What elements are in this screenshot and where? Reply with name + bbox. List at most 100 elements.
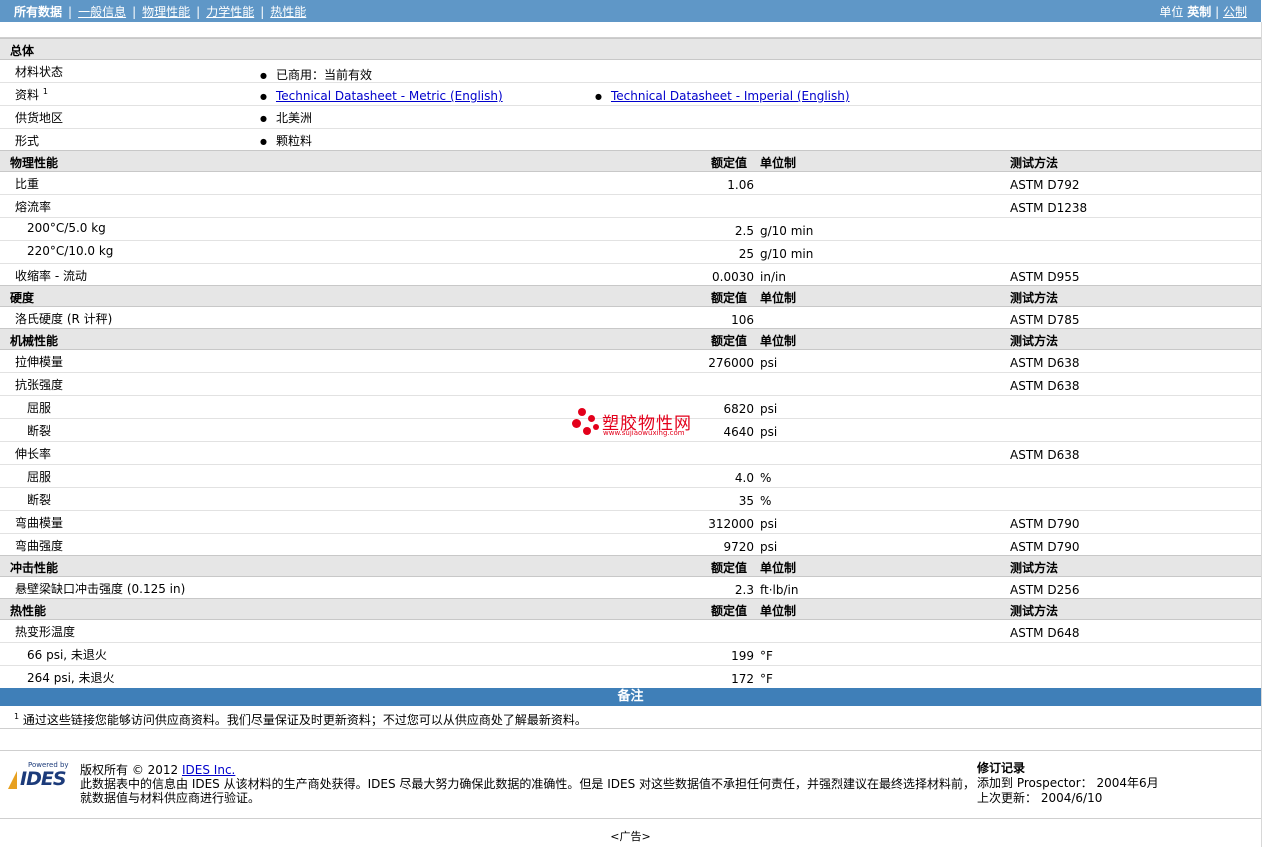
property-name: 热变形温度 <box>15 625 76 639</box>
property-value: 0.0030 <box>712 270 754 284</box>
region-value: 北美洲 <box>260 109 312 126</box>
property-value: 4640 <box>723 425 754 439</box>
section-title: 硬度 <box>10 291 35 305</box>
property-name: 伸长率 <box>15 447 52 461</box>
property-row: 66 psi, 未退火 199 °F <box>0 642 1261 666</box>
watermark-dot <box>572 419 581 428</box>
property-name: 洛氏硬度 (R 计秤) <box>15 312 113 326</box>
ad-placeholder: <广告> <box>610 830 651 843</box>
property-row: 弯曲强度 9720 psi ASTM D790 <box>0 533 1261 557</box>
property-unit: psi <box>760 402 778 416</box>
test-method: ASTM D638 <box>1010 448 1080 462</box>
section-title: 热性能 <box>10 604 47 618</box>
property-name: 220°C/10.0 kg <box>27 244 114 258</box>
header-value: 额定值 <box>711 334 748 348</box>
revision-title: 修订记录 <box>977 761 1026 775</box>
nav-general-info[interactable]: 一般信息 <box>78 5 126 19</box>
property-row: 弯曲模量 312000 psi ASTM D790 <box>0 510 1261 534</box>
section-impact-header: 冲击性能 额定值 单位制 测试方法 <box>0 555 1261 577</box>
property-value: 172 <box>731 672 754 686</box>
property-value: 4.0 <box>734 471 754 485</box>
property-name: 屈服 <box>27 470 52 484</box>
unit-imperial[interactable]: 英制 <box>1187 5 1211 19</box>
nav-thermal[interactable]: 热性能 <box>270 5 306 19</box>
section-title: 物理性能 <box>10 156 59 170</box>
divider <box>0 728 1261 729</box>
section-title: 冲击性能 <box>10 561 59 575</box>
property-value: 2.5 <box>734 224 754 238</box>
header-unit: 单位制 <box>760 291 797 305</box>
header-unit: 单位制 <box>760 334 797 348</box>
ides-logo-mark-icon <box>8 771 17 789</box>
row-region: 供货地区 北美洲 <box>0 105 1261 129</box>
watermark-dot <box>588 415 595 422</box>
section-nav: 所有数据 | 一般信息 | 物理性能 | 力学性能 | 热性能 <box>14 5 307 19</box>
property-row: 220°C/10.0 kg 25 g/10 min <box>0 240 1261 264</box>
unit-metric[interactable]: 公制 <box>1223 5 1247 19</box>
property-name: 弯曲强度 <box>15 539 64 553</box>
header-value: 额定值 <box>711 156 748 170</box>
ides-logo[interactable]: Powered by IDES <box>8 761 70 790</box>
property-name: 断裂 <box>27 493 52 507</box>
property-row: 悬壁梁缺口冲击强度 (0.125 in) 2.3 ft·lb/in ASTM D256 <box>0 576 1261 600</box>
link-datasheet-metric[interactable]: Technical Datasheet - Metric (English) <box>276 89 503 103</box>
row-documents: 资料 1 Technical Datasheet - Metric (Engli… <box>0 82 1261 106</box>
link-ides-inc[interactable]: IDES Inc. <box>182 763 235 777</box>
property-unit: ft·lb/in <box>760 583 799 597</box>
property-unit: psi <box>760 540 778 554</box>
header-value: 额定值 <box>711 291 748 305</box>
disclaimer-line-2: 就数据值与材料供应商进行验证。 <box>80 791 261 805</box>
property-value: 106 <box>731 313 754 327</box>
nav-mechanical[interactable]: 力学性能 <box>206 5 254 19</box>
test-method: ASTM D638 <box>1010 379 1080 393</box>
header-method: 测试方法 <box>1010 561 1059 575</box>
property-unit: in/in <box>760 270 786 284</box>
property-unit: °F <box>760 649 773 663</box>
row-material-status: 材料状态 已商用：当前有效 <box>0 59 1261 83</box>
nav-physical[interactable]: 物理性能 <box>142 5 190 19</box>
property-unit: % <box>760 471 772 485</box>
property-unit: psi <box>760 425 778 439</box>
test-method: ASTM D638 <box>1010 356 1080 370</box>
header-method: 测试方法 <box>1010 156 1059 170</box>
property-unit: °F <box>760 672 773 686</box>
property-name: 264 psi, 未退火 <box>27 671 115 685</box>
property-value: 6820 <box>723 402 754 416</box>
section-title: 机械性能 <box>10 334 59 348</box>
section-hardness-header: 硬度 额定值 单位制 测试方法 <box>0 285 1261 307</box>
header-method: 测试方法 <box>1010 291 1059 305</box>
property-row: 断裂 35% <box>0 487 1261 511</box>
disclaimer-line-1: 此数据表中的信息由 IDES 从该材料的生产商处获得。IDES 尽最大努力确保此… <box>80 777 976 791</box>
test-method: ASTM D955 <box>1010 270 1080 284</box>
unit-switcher: 单位 英制 | 公制 <box>1159 5 1247 19</box>
doc-item: Technical Datasheet - Metric (English) <box>260 89 503 103</box>
property-name: 弯曲模量 <box>15 516 64 530</box>
property-row: 抗张强度 ASTM D638 <box>0 372 1261 396</box>
row-label: 供货地区 <box>15 111 64 125</box>
link-datasheet-imperial[interactable]: Technical Datasheet - Imperial (English) <box>611 89 850 103</box>
property-value: 312000 <box>708 517 754 531</box>
property-name: 拉伸模量 <box>15 355 64 369</box>
header-method: 测试方法 <box>1010 334 1059 348</box>
header-value: 额定值 <box>711 604 748 618</box>
footer-copyright: 版权所有 © 2012 IDES Inc. 此数据表中的信息由 IDES 从该材… <box>80 763 976 805</box>
section-title: 总体 <box>10 44 35 58</box>
divider <box>0 750 1261 751</box>
property-unit: psi <box>760 356 778 370</box>
property-value: 276000 <box>708 356 754 370</box>
row-form: 形式 颗粒料 <box>0 128 1261 149</box>
property-name: 屈服 <box>27 401 52 415</box>
property-row: 拉伸模量 276000 psi ASTM D638 <box>0 349 1261 373</box>
revision-added: 添加到 Prospector： 2004年6月 <box>977 776 1159 790</box>
property-row: 热变形温度 ASTM D648 <box>0 619 1261 643</box>
status-value: 已商用：当前有效 <box>260 66 372 83</box>
property-value: 25 <box>738 247 754 261</box>
nav-all-data[interactable]: 所有数据 <box>14 5 62 19</box>
section-physical-header: 物理性能 额定值 单位制 测试方法 <box>0 150 1261 172</box>
watermark-dot <box>593 424 599 430</box>
notes-header: 备注 <box>0 688 1261 706</box>
property-name: 收缩率 - 流动 <box>15 269 87 283</box>
section-general-header: 总体 <box>0 38 1261 60</box>
property-row: 264 psi, 未退火 172 °F <box>0 665 1261 689</box>
property-unit: psi <box>760 517 778 531</box>
